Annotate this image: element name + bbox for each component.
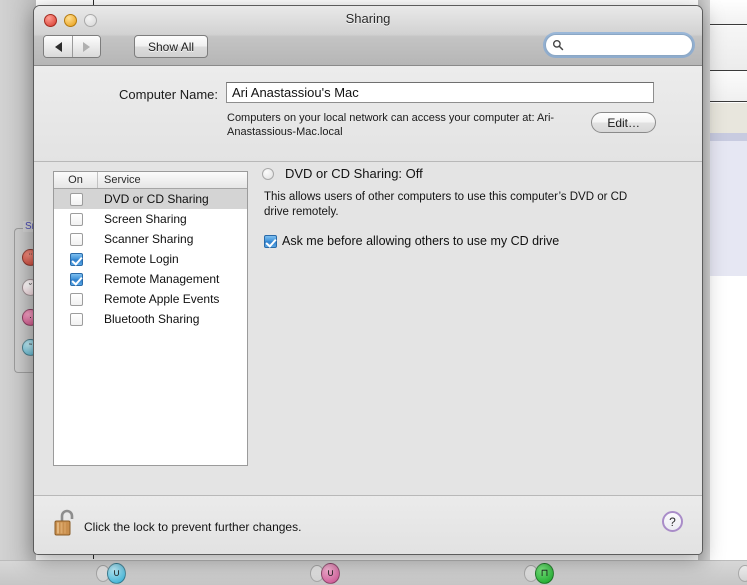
service-checkbox-cell bbox=[54, 292, 98, 306]
ask-before-allowing-row[interactable]: Ask me before allowing others to use my … bbox=[264, 234, 559, 248]
bottom-dock-strip: ∪ ∪ ⊓ bbox=[0, 560, 747, 585]
status-indicator-icon bbox=[262, 167, 274, 180]
sharing-body: On Service DVD or CD Sharing Screen Shari… bbox=[34, 162, 702, 495]
show-all-button[interactable]: Show All bbox=[134, 35, 209, 58]
column-header-service: Service bbox=[104, 174, 141, 186]
service-rows-container: DVD or CD Sharing Screen Sharing Scanner S… bbox=[54, 189, 247, 329]
forward-button[interactable] bbox=[72, 36, 100, 57]
service-label: Remote Apple Events bbox=[104, 292, 220, 306]
table-row[interactable]: Scanner Sharing bbox=[54, 229, 247, 249]
window-titlebar[interactable]: Sharing Show All bbox=[34, 6, 702, 66]
table-row[interactable]: DVD or CD Sharing bbox=[54, 189, 247, 209]
dock-smiley-green-icon[interactable]: ⊓ bbox=[535, 563, 554, 584]
service-checkbox-cell bbox=[54, 312, 98, 326]
edit-button[interactable]: Edit… bbox=[591, 112, 656, 133]
service-label: DVD or CD Sharing bbox=[104, 192, 209, 206]
computer-name-input[interactable] bbox=[226, 82, 654, 103]
service-label: Remote Login bbox=[104, 252, 179, 266]
back-button[interactable] bbox=[44, 36, 72, 57]
chevron-left-icon bbox=[54, 41, 62, 52]
service-status-text: DVD or CD Sharing: Off bbox=[285, 166, 423, 181]
column-header-on: On bbox=[54, 172, 98, 188]
service-label: Screen Sharing bbox=[104, 212, 187, 226]
service-checkbox-cell bbox=[54, 212, 98, 226]
search-field[interactable] bbox=[545, 34, 693, 56]
service-checkbox[interactable] bbox=[69, 312, 83, 326]
service-checkbox[interactable] bbox=[69, 252, 83, 266]
table-row[interactable]: Remote Login bbox=[54, 249, 247, 269]
unlocked-padlock-icon[interactable] bbox=[54, 508, 78, 538]
computer-name-hint: Computers on your local network can acce… bbox=[227, 112, 555, 138]
search-icon bbox=[552, 39, 564, 51]
window-footer: Click the lock to prevent further change… bbox=[34, 495, 702, 554]
service-checkbox[interactable] bbox=[69, 292, 83, 306]
sharing-preferences-window: Sharing Show All Computer Name: Ari Anas… bbox=[33, 5, 703, 555]
search-input[interactable] bbox=[567, 38, 677, 52]
chevron-right-icon bbox=[83, 41, 90, 52]
service-checkbox-cell bbox=[54, 252, 98, 266]
service-status-row: DVD or CD Sharing: Off bbox=[262, 166, 423, 181]
service-checkbox[interactable] bbox=[69, 192, 83, 206]
ask-before-allowing-checkbox[interactable] bbox=[264, 234, 277, 248]
service-label: Remote Management bbox=[104, 272, 220, 286]
navigation-button-group bbox=[43, 35, 101, 58]
service-checkbox-cell bbox=[54, 272, 98, 286]
dock-slot[interactable] bbox=[738, 565, 747, 582]
service-checkbox[interactable] bbox=[69, 232, 83, 246]
table-row[interactable]: Remote Management bbox=[54, 269, 247, 289]
service-checkbox-cell bbox=[54, 232, 98, 246]
service-label: Bluetooth Sharing bbox=[104, 312, 200, 326]
ask-before-allowing-label: Ask me before allowing others to use my … bbox=[282, 234, 560, 248]
service-list[interactable]: On Service DVD or CD Sharing Screen Shari… bbox=[53, 171, 248, 466]
table-row[interactable]: Bluetooth Sharing bbox=[54, 309, 247, 329]
service-list-header: On Service bbox=[54, 172, 247, 189]
table-row[interactable]: Remote Apple Events bbox=[54, 289, 247, 309]
lock-hint-text: Click the lock to prevent further change… bbox=[84, 520, 302, 534]
dock-smiley-blue-icon[interactable]: ∪ bbox=[107, 563, 126, 584]
service-description: This allows users of other computers to … bbox=[264, 191, 628, 218]
service-label: Scanner Sharing bbox=[104, 232, 194, 246]
service-checkbox[interactable] bbox=[69, 272, 83, 286]
computer-name-label: Computer Name: bbox=[119, 87, 218, 102]
page-title: Sharing bbox=[345, 11, 391, 26]
desktop-background: Sm ¨ ˘ · ˜ ∪ ∪ ⊓ Sharing bbox=[0, 0, 747, 585]
dock-smiley-pink-icon[interactable]: ∪ bbox=[321, 563, 340, 584]
computer-name-section: Computer Name: Computers on your local n… bbox=[34, 66, 702, 162]
help-button[interactable]: ? bbox=[662, 511, 683, 532]
table-row[interactable]: Screen Sharing bbox=[54, 209, 247, 229]
service-checkbox-cell bbox=[54, 192, 98, 206]
service-checkbox[interactable] bbox=[69, 212, 83, 226]
